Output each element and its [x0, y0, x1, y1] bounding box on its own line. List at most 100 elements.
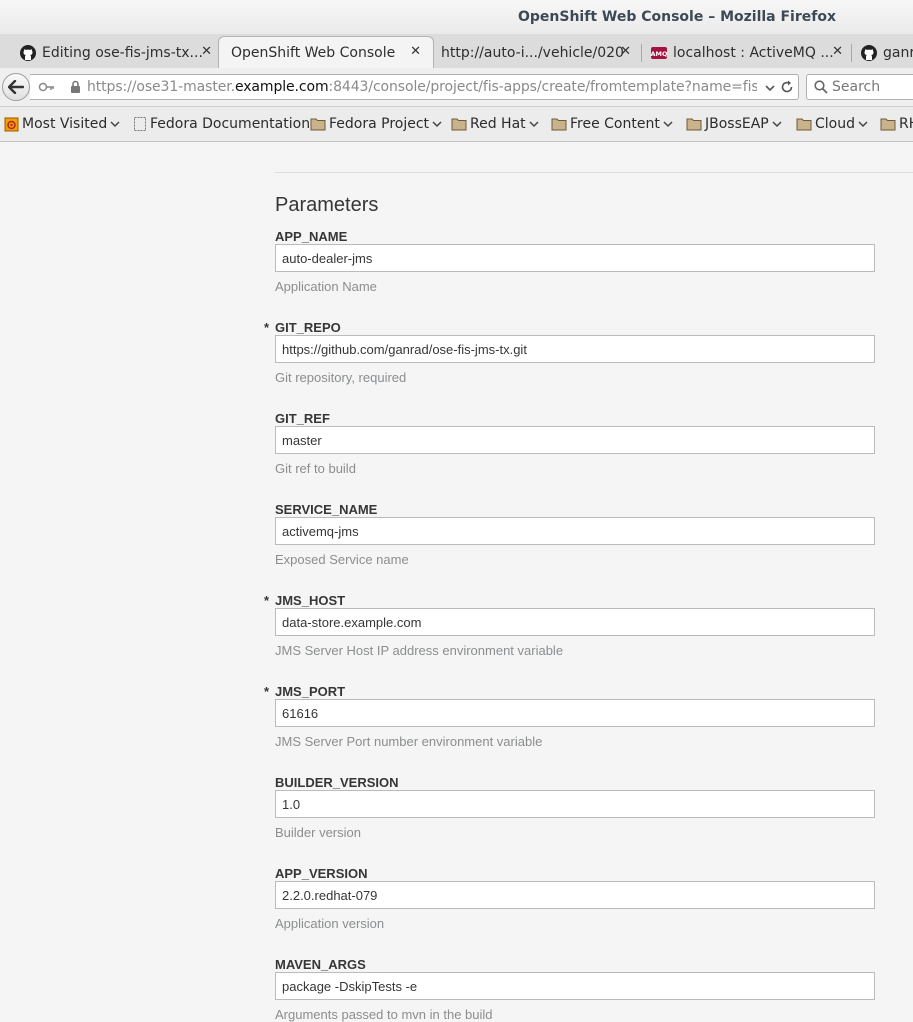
param-help-text: Git ref to build	[275, 461, 356, 476]
search-icon	[814, 80, 828, 98]
bookmark-free-content[interactable]: Free Content	[551, 115, 674, 133]
github-icon	[861, 44, 877, 61]
site-identity-icon[interactable]	[38, 79, 56, 99]
back-arrow-icon	[8, 80, 24, 94]
url-domain: example.com	[234, 79, 329, 95]
navigation-toolbar: https://ose31-master.example.com:8443/co…	[0, 68, 913, 107]
bookmark-label: Red Hat	[470, 116, 526, 132]
param-help-text: JMS Server Host IP address environment v…	[275, 643, 564, 658]
tab-openshift-web-console[interactable]: OpenShift Web Console ✕	[218, 36, 434, 68]
param-help-text: Application version	[275, 916, 385, 931]
param-label: GIT_REF	[275, 411, 330, 426]
maven-args-input[interactable]	[275, 972, 875, 1000]
bookmark-label: RH	[899, 116, 913, 132]
tab-label: http://auto-i.../vehicle/020	[441, 44, 624, 61]
bookmarks-toolbar: Most Visited Fedora Documentation Fedora…	[0, 107, 913, 142]
param-help-text: JMS Server Port number environment varia…	[275, 734, 543, 749]
bookmark-label: JBossEAP	[705, 116, 769, 132]
required-marker: *	[264, 320, 270, 335]
bookmark-label: Fedora Project	[329, 116, 430, 132]
bookmark-fedora-documentation[interactable]: Fedora Documentation	[133, 115, 310, 133]
param-label: APP_VERSION	[275, 866, 368, 881]
most-visited-icon	[4, 116, 19, 132]
git-repo-input[interactable]	[275, 335, 875, 363]
bookmark-label: Most Visited	[22, 116, 108, 132]
bookmark-red-hat[interactable]: Red Hat	[451, 115, 540, 133]
param-label: JMS_HOST	[275, 593, 346, 608]
folder-icon	[551, 117, 567, 131]
folder-icon	[880, 117, 896, 131]
tab-activemq[interactable]: AMQ localhost : ActiveMQ ... ✕	[651, 37, 851, 68]
bookmark-label: Fedora Documentation	[150, 116, 311, 132]
bookmark-cloud[interactable]: Cloud	[796, 115, 869, 133]
required-marker: *	[264, 684, 270, 699]
chevron-down-icon	[109, 120, 121, 128]
param-label: APP_NAME	[275, 229, 348, 244]
folder-icon	[451, 117, 467, 131]
jms-host-input[interactable]	[275, 608, 875, 636]
folder-icon	[310, 117, 326, 131]
param-help-text: Git repository, required	[275, 370, 407, 385]
tab-bar: Editing ose-fis-jms-tx... ✕ OpenShift We…	[0, 34, 913, 69]
close-tab-icon[interactable]: ✕	[620, 44, 631, 59]
url-suffix: :8443/console/project/fis-apps/create/fr…	[328, 79, 757, 95]
tab-separator	[851, 44, 852, 62]
parameters-heading: Parameters	[275, 194, 379, 216]
chevron-down-icon	[431, 120, 443, 128]
window-title-bar: OpenShift Web Console – Mozilla Firefox	[0, 0, 913, 34]
lock-icon	[70, 80, 81, 98]
tab-label: Editing ose-fis-jms-tx...	[42, 44, 203, 61]
param-label: GIT_REPO	[275, 320, 341, 335]
param-help-text: Exposed Service name	[275, 552, 409, 567]
chevron-down-icon	[771, 120, 783, 128]
back-button[interactable]	[2, 73, 30, 101]
bookmark-most-visited[interactable]: Most Visited	[4, 115, 121, 133]
chevron-down-icon	[528, 120, 540, 128]
bookmark-rh[interactable]: RH	[880, 115, 913, 133]
builder-version-input[interactable]	[275, 790, 875, 818]
chevron-down-icon	[857, 120, 869, 128]
bookmark-fedora-project[interactable]: Fedora Project	[310, 115, 443, 133]
tab-github-ganrad[interactable]: ganra	[861, 37, 913, 68]
github-icon	[20, 44, 36, 61]
close-tab-icon[interactable]: ✕	[201, 44, 212, 59]
url-bar[interactable]: https://ose31-master.example.com:8443/co…	[30, 74, 799, 100]
tab-label: localhost : ActiveMQ ...	[673, 44, 834, 61]
activemq-icon: AMQ	[651, 45, 667, 61]
search-placeholder: Search	[832, 79, 881, 95]
folder-icon	[796, 117, 812, 131]
bookmark-jbosseap[interactable]: JBossEAP	[686, 115, 783, 133]
param-help-text: Application Name	[275, 279, 377, 294]
app-name-input[interactable]	[275, 244, 875, 272]
tab-separator	[641, 44, 642, 62]
close-tab-icon[interactable]: ✕	[410, 44, 421, 59]
bookmark-label: Cloud	[815, 116, 855, 132]
tab-label: OpenShift Web Console	[231, 45, 396, 61]
param-label: SERVICE_NAME	[275, 502, 378, 517]
chevron-down-icon	[662, 120, 674, 128]
app-version-input[interactable]	[275, 881, 875, 909]
tab-label: ganra	[883, 44, 913, 61]
tab-vehicle-url[interactable]: http://auto-i.../vehicle/020 ✕	[441, 37, 641, 68]
tab-editing-ose-fis-jms-tx[interactable]: Editing ose-fis-jms-tx... ✕	[20, 37, 220, 68]
url-text: https://ose31-master.example.com:8443/co…	[87, 79, 757, 95]
param-label: BUILDER_VERSION	[275, 775, 399, 790]
required-marker: *	[264, 593, 270, 608]
jms-port-input[interactable]	[275, 699, 875, 727]
page-content: Parameters APP_NAME Application Name * G…	[0, 142, 913, 1022]
url-prefix: https://ose31-master.	[87, 79, 235, 95]
param-label: MAVEN_ARGS	[275, 957, 366, 972]
close-tab-icon[interactable]: ✕	[832, 44, 843, 59]
search-box[interactable]: Search	[806, 74, 913, 100]
svg-text:AMQ: AMQ	[651, 50, 667, 58]
service-name-input[interactable]	[275, 517, 875, 545]
git-ref-input[interactable]	[275, 426, 875, 454]
window-title: OpenShift Web Console – Mozilla Firefox	[518, 9, 836, 25]
param-help-text: Builder version	[275, 825, 361, 840]
reload-icon[interactable]	[780, 79, 794, 99]
section-divider	[275, 172, 913, 173]
bookmark-label: Free Content	[570, 116, 660, 132]
url-history-dropdown-icon[interactable]	[764, 81, 776, 97]
folder-icon	[686, 117, 702, 131]
page-icon	[133, 116, 147, 132]
